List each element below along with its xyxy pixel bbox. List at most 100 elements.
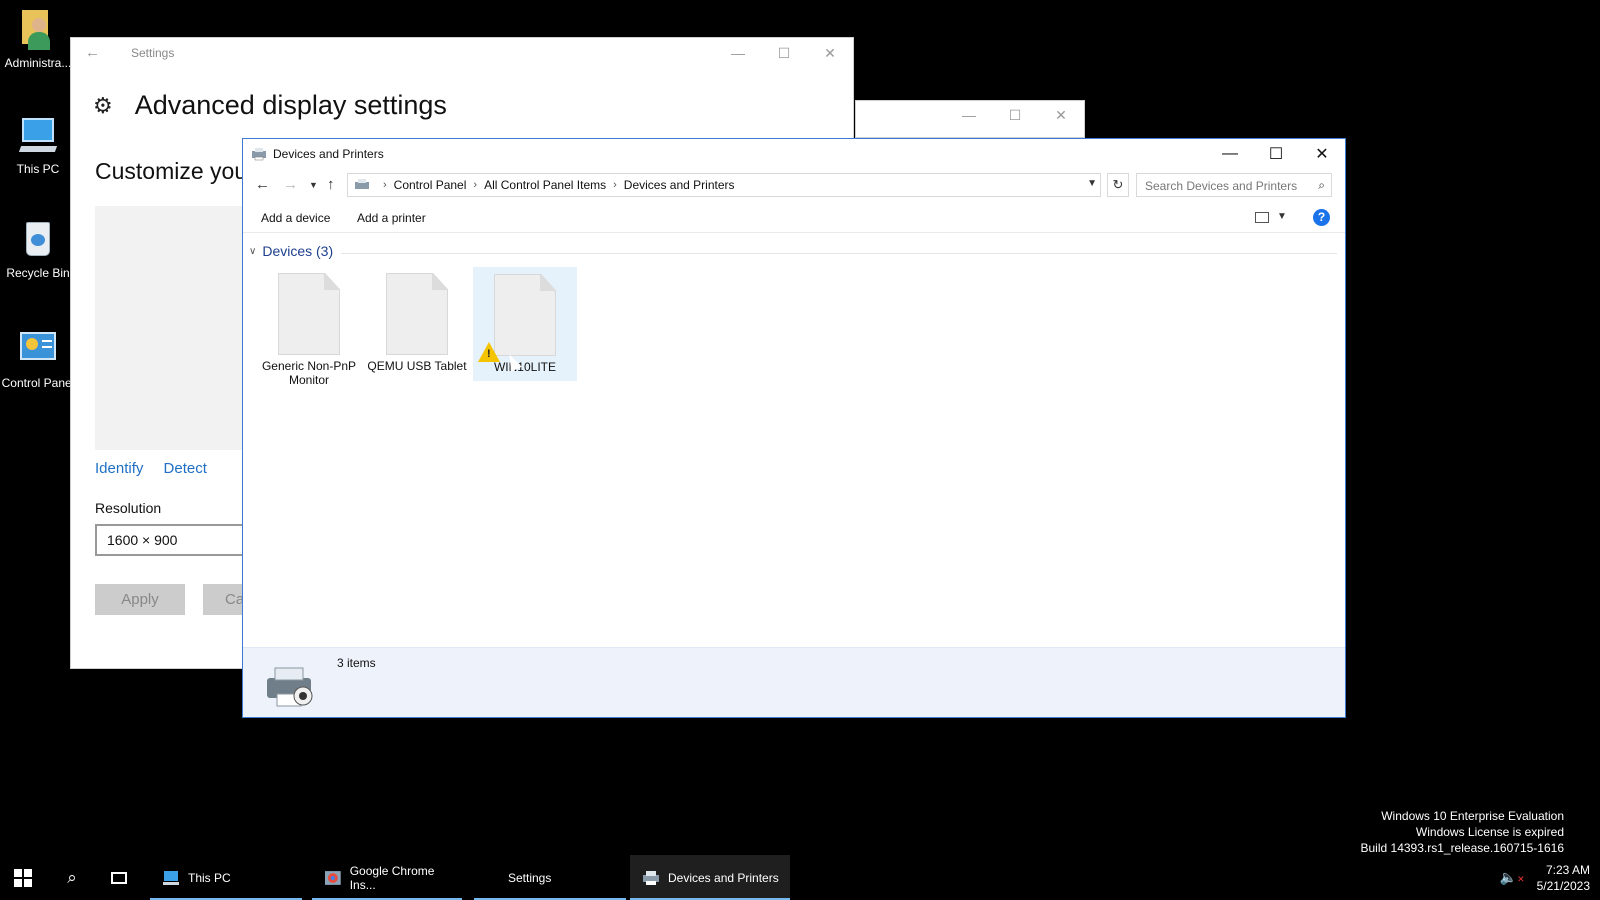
system-tray: 🔈✕ 7:23 AM 5/21/2023 [1500, 855, 1590, 900]
display-preview[interactable] [95, 206, 255, 450]
generic-device-icon [386, 273, 448, 355]
breadcrumb-chevron-icon[interactable]: › [473, 179, 477, 191]
recent-locations-chevron-icon[interactable]: ▼ [309, 180, 318, 190]
device-item[interactable]: Generic Non-PnP Monitor [257, 267, 361, 387]
watermark-line: Build 14393.rs1_release.160715-1616 [1360, 841, 1565, 855]
item-count: 3 items [337, 656, 376, 670]
minimize-button[interactable]: — [715, 38, 761, 68]
watermark-line: Windows License is expired [1415, 825, 1564, 839]
desktop-icon-administrator[interactable]: Administra... [0, 10, 76, 70]
minimize-button[interactable]: — [1207, 139, 1253, 169]
generic-device-icon [278, 273, 340, 355]
breadcrumb-all-items[interactable]: All Control Panel Items [484, 178, 606, 192]
devices-printers-icon [355, 179, 369, 189]
taskbar-item-chrome-installer[interactable]: Google Chrome Ins... [312, 855, 462, 900]
maximize-button[interactable]: ☐ [1253, 139, 1299, 169]
breadcrumb-devices-printers[interactable]: Devices and Printers [624, 178, 735, 192]
help-button[interactable]: ? [1313, 209, 1330, 226]
resolution-label: Resolution [95, 500, 162, 516]
identify-link[interactable]: Identify [95, 460, 143, 477]
breadcrumb-chevron-icon[interactable]: › [383, 179, 387, 191]
desktop-icon-recycle-bin[interactable]: Recycle Bin [0, 220, 76, 280]
maximize-button[interactable]: ☐ [761, 38, 807, 68]
watermark-line: Windows 10 Enterprise Evaluation [1381, 809, 1564, 823]
clock-date: 5/21/2023 [1536, 878, 1590, 893]
devices-titlebar: Devices and Printers — ☐ ✕ [243, 139, 1345, 169]
add-device-button[interactable]: Add a device [261, 211, 330, 225]
computer-icon [18, 116, 58, 156]
page-title: Advanced display settings [134, 90, 447, 120]
search-icon[interactable]: ⌕ [50, 855, 94, 900]
search-placeholder: Search Devices and Printers [1145, 179, 1298, 193]
control-panel-icon [18, 330, 58, 370]
close-button[interactable]: ✕ [1038, 101, 1084, 129]
back-arrow-icon[interactable]: ← [85, 44, 100, 61]
taskbar-item-settings[interactable]: Settings [474, 855, 626, 900]
customize-heading: Customize you [95, 158, 248, 184]
installer-icon [324, 870, 341, 885]
address-row: ← → ▼ ↑ › Control Panel › All Control Pa… [243, 171, 1345, 199]
search-input[interactable]: Search Devices and Printers ⌕ [1136, 173, 1332, 197]
details-pane: 3 items [243, 647, 1345, 717]
start-button[interactable] [0, 855, 46, 900]
minimize-button[interactable]: — [946, 101, 992, 129]
forward-arrow-icon[interactable]: → [283, 176, 298, 193]
apply-button[interactable]: Apply [95, 584, 185, 615]
devices-group-header[interactable]: ∨ Devices (3) [249, 243, 333, 259]
taskbar-item-label: Settings [508, 870, 552, 885]
taskbar-item-label: Google Chrome Ins... [349, 863, 435, 892]
clock-time: 7:23 AM [1545, 862, 1590, 877]
address-bar[interactable]: › Control Panel › All Control Panel Item… [347, 173, 1101, 197]
taskbar-item-devices-printers[interactable]: Devices and Printers [630, 855, 790, 900]
back-arrow-icon[interactable]: ← [255, 176, 270, 193]
volume-muted-icon[interactable]: 🔈✕ [1500, 869, 1525, 886]
taskbar-item-label: This PC [188, 870, 231, 885]
desktop-icon-control-panel[interactable]: Control Panel [0, 330, 76, 390]
devices-printers-window: Devices and Printers — ☐ ✕ ← → ▼ ↑ › Con… [242, 138, 1346, 718]
settings-titlebar: ← Settings — ☐ ✕ [71, 38, 853, 68]
devices-printers-large-icon [267, 667, 313, 707]
devices-window-title: Devices and Printers [273, 147, 384, 161]
task-view-icon [111, 871, 127, 884]
close-button[interactable]: ✕ [1299, 139, 1345, 169]
maximize-button[interactable]: ☐ [992, 101, 1038, 129]
taskbar: ⌕ This PC Google Chrome Ins... Settings … [0, 855, 1600, 900]
collapse-chevron-icon[interactable]: ∨ [249, 246, 256, 257]
gear-icon: ⚙ [93, 92, 113, 118]
computer-icon [163, 870, 179, 885]
up-arrow-icon[interactable]: ↑ [327, 176, 335, 193]
clock[interactable]: 7:23 AM 5/21/2023 [1537, 862, 1590, 894]
resolution-dropdown[interactable]: 1600 × 900 [95, 524, 255, 556]
desktop-icon-label: Administra... [4, 56, 72, 70]
refresh-button[interactable]: ↻ [1107, 173, 1129, 197]
device-item[interactable]: QEMU USB Tablet [365, 267, 469, 381]
devices-printers-icon [252, 148, 266, 161]
breadcrumb-chevron-icon[interactable]: › [613, 179, 617, 191]
task-view-button[interactable] [96, 855, 142, 900]
taskbar-item-label: Devices and Printers [668, 870, 779, 885]
device-label: Generic Non-PnP Monitor [261, 359, 357, 387]
desktop-icon-this-pc[interactable]: This PC [0, 116, 76, 176]
desktop-icon-label: This PC [16, 162, 60, 176]
desktop-icon-label: Control Panel [1, 376, 75, 390]
taskbar-item-this-pc[interactable]: This PC [150, 855, 302, 900]
detect-link[interactable]: Detect [164, 460, 207, 477]
windows-logo-icon [14, 868, 32, 887]
windows-watermark: Windows 10 Enterprise Evaluation Windows… [1361, 808, 1565, 856]
group-label: Devices (3) [262, 243, 334, 259]
add-printer-button[interactable]: Add a printer [357, 211, 426, 225]
change-view-icon[interactable] [1255, 212, 1269, 223]
close-button[interactable]: ✕ [807, 38, 853, 68]
device-item-selected[interactable]: ! WIN10LITE [473, 267, 577, 381]
recycle-bin-icon [18, 220, 58, 260]
address-dropdown-chevron-icon[interactable]: ▼ [1087, 178, 1097, 189]
command-bar: Add a device Add a printer ▼ ? [243, 203, 1345, 233]
view-options-chevron-icon[interactable]: ▼ [1277, 211, 1287, 222]
user-folder-icon [18, 10, 58, 50]
settings-heading: ⚙ Advanced display settings [93, 90, 447, 121]
search-icon[interactable]: ⌕ [1318, 178, 1325, 193]
breadcrumb-control-panel[interactable]: Control Panel [394, 178, 467, 192]
device-label: QEMU USB Tablet [367, 359, 467, 373]
device-label: WIN10LITE [493, 360, 556, 374]
settings-window-title: Settings [131, 46, 175, 60]
